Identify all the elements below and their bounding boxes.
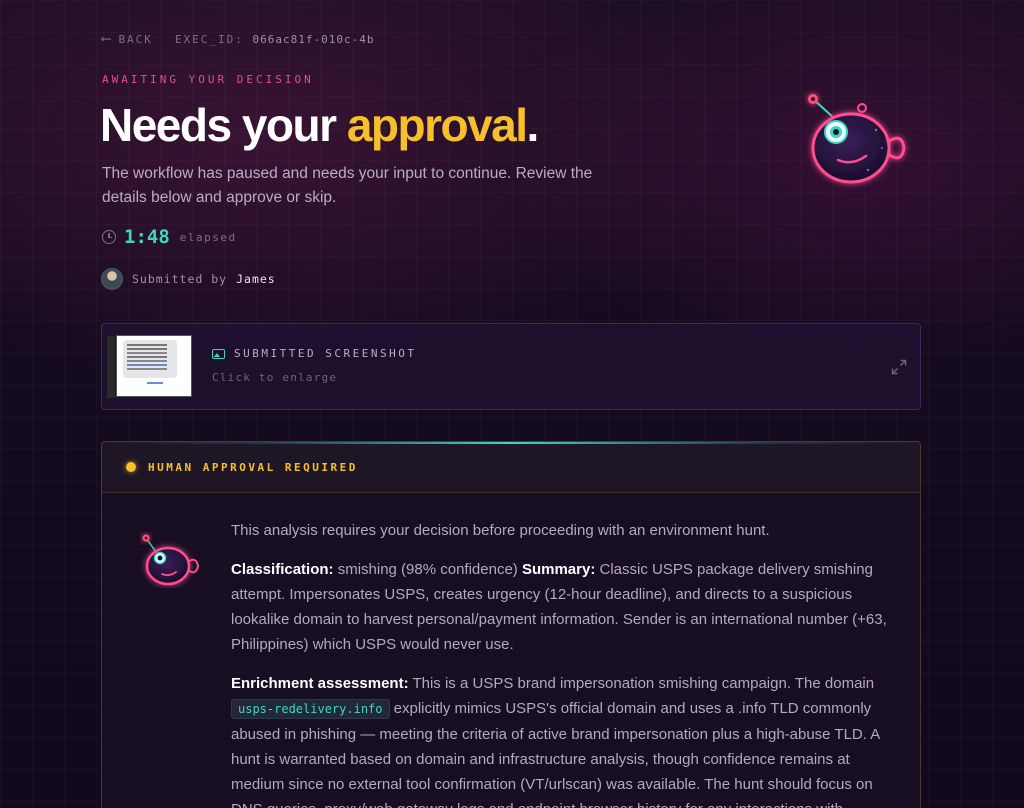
timer-label: elapsed <box>179 230 237 244</box>
status-eyebrow: AWAITING YOUR DECISION <box>102 73 314 86</box>
classification-value: smishing (98% confidence) <box>333 561 522 578</box>
clock-icon <box>102 230 116 244</box>
classification-label: Classification: <box>231 561 334 578</box>
screenshot-label: SUBMITTED SCREENSHOT <box>212 347 416 360</box>
page-description: The workflow has paused and needs your i… <box>102 165 593 206</box>
back-arrow-icon: ⟵ <box>102 31 111 47</box>
title-prefix: Needs your <box>100 99 347 151</box>
approval-intro: This analysis requires your decision bef… <box>231 522 770 539</box>
submitter-prefix: Submitted by <box>132 272 228 286</box>
enrichment-label: Enrichment assessment: <box>231 675 409 692</box>
mascot-small-icon <box>142 534 200 586</box>
timer-value: 1:48 <box>124 226 170 248</box>
summary-label: Summary: <box>521 561 596 578</box>
enrichment-text-1: This is a USPS brand impersonation smish… <box>408 675 875 692</box>
submitter-name: James <box>236 272 276 286</box>
elapsed-timer: 1:48 elapsed <box>102 226 237 248</box>
status-dot <box>126 462 136 472</box>
exec-id-label: EXEC_ID: <box>174 32 244 46</box>
approval-panel: HUMAN APPROVAL REQUIRED This analysis re… <box>101 441 921 808</box>
screenshot-thumbnail[interactable] <box>107 335 192 398</box>
screenshot-hint: Click to enlarge <box>212 371 338 384</box>
exec-id: EXEC_ID: 066ac81f-010c-4b <box>175 33 375 46</box>
title-accent: approval <box>346 99 528 151</box>
domain-code: usps-redelivery.info <box>231 699 390 719</box>
enrichment-paragraph: Enrichment assessment: This is a USPS br… <box>231 671 895 808</box>
top-nav: ⟵ BACK EXEC_ID: 066ac81f-010c-4b <box>102 31 375 47</box>
exec-id-value: 066ac81f-010c-4b <box>252 32 375 46</box>
title-suffix: . <box>526 99 540 151</box>
avatar <box>101 268 123 290</box>
approval-title: HUMAN APPROVAL REQUIRED <box>148 460 358 474</box>
mascot-icon <box>808 94 906 184</box>
submitter: Submitted by James <box>101 268 276 290</box>
page-title: Needs your approval. <box>100 98 540 152</box>
back-button[interactable]: ⟵ BACK <box>102 31 153 47</box>
submitted-screenshot-card[interactable]: SUBMITTED SCREENSHOT Click to enlarge <box>101 323 921 410</box>
expand-icon[interactable] <box>891 359 907 375</box>
screenshot-label-text: SUBMITTED SCREENSHOT <box>234 347 417 360</box>
approval-body: This analysis requires your decision bef… <box>231 518 895 808</box>
classification-paragraph: Classification: smishing (98% confidence… <box>231 557 895 657</box>
approval-header: HUMAN APPROVAL REQUIRED <box>102 442 920 493</box>
back-label: BACK <box>118 32 153 46</box>
image-icon <box>212 348 225 359</box>
